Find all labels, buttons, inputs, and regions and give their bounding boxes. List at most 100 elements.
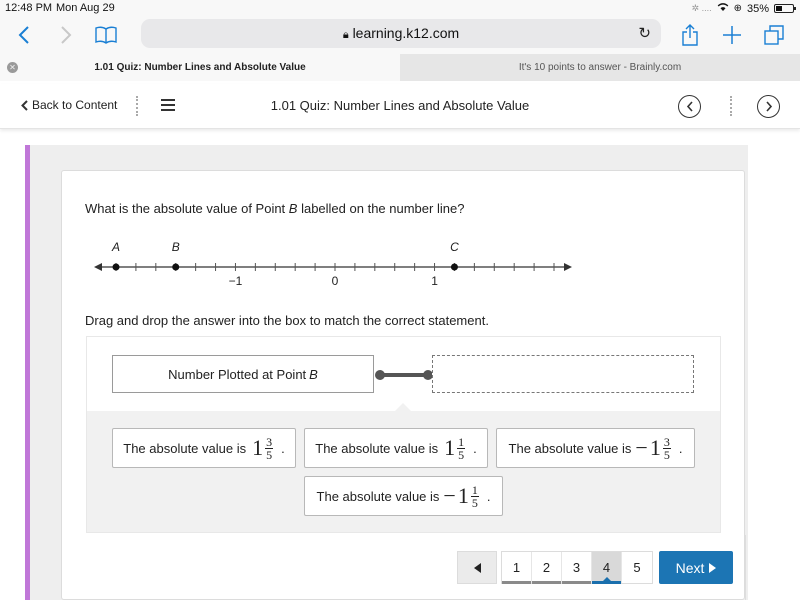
browser-back-button[interactable] [14,21,34,49]
answer-choice[interactable]: The absolute value is − 1 15 . [304,476,503,516]
back-to-content-link[interactable]: Back to Content [21,98,117,112]
status-date: Mon Aug 29 [56,2,115,14]
tick-label: −1 [229,274,243,288]
choice-text: The absolute value is [316,488,440,504]
browser-forward-button[interactable] [56,21,76,49]
fraction: 15 [457,434,466,462]
browser-tab-inactive[interactable]: It's 10 points to answer - Brainly.com [400,54,800,81]
orientation-lock-icon: ⊕ [733,3,742,14]
status-right: ✲ .... ⊕ 35% [691,2,796,15]
page-numbers: 12345 [501,551,653,584]
wifi-icon [717,2,729,15]
prompt-text: labelled on the number line? [297,201,465,216]
arrow-left-icon [94,263,102,271]
connector-line [375,370,433,380]
hamburger-line [161,104,175,106]
next-button[interactable]: Next [659,551,733,584]
tab-label: 1.01 Quiz: Number Lines and Absolute Val… [94,62,306,73]
instruction-text: Drag and drop the answer into the box to… [85,313,489,328]
period: . [678,440,683,456]
page-3-button[interactable]: 3 [562,552,592,584]
whole: 1 [252,435,264,460]
point-label: B [172,240,180,254]
point-label: C [450,240,459,254]
new-tab-button[interactable] [722,21,742,49]
whole: 1 [457,483,469,508]
whole: 1 [649,435,661,460]
point-label: A [111,240,120,254]
statement-text: Number Plotted at Point [168,366,307,382]
triangle-right-icon [709,562,717,573]
page-2-button[interactable]: 2 [532,552,562,584]
fraction: 15 [470,482,479,510]
denominator: 5 [471,495,478,510]
answer-drop-zone[interactable] [432,355,694,393]
answer-choice[interactable]: The absolute value is 1 35 . [112,428,296,468]
triangle-left-icon [473,562,481,573]
browser-toolbar: 🔒︎ learning.k12.com ↻ [0,17,800,54]
mixed-number: 1 35 [250,434,274,461]
loading-icon: ✲ .... [691,3,712,13]
number-line: −1 0 1 A B C [94,240,572,288]
page-4-button[interactable]: 4 [592,552,622,584]
chevron-left-icon [18,26,29,44]
prompt-text: What is the absolute value of Point [85,201,289,216]
chevron-left-icon [686,101,693,112]
hamburger-line [161,109,175,111]
fraction: 35 [265,434,274,461]
chevron-right-icon [765,101,772,112]
tabs-overview-button[interactable] [763,21,785,49]
chevron-right-icon [61,26,72,44]
page-1-button[interactable]: 1 [502,552,532,584]
status-time: 12:48 PM [5,2,53,14]
next-activity-button[interactable] [757,95,780,118]
point-a [112,263,120,271]
accent-bar [25,145,30,600]
choice-text: The absolute value is [123,440,247,456]
period: . [473,440,477,456]
back-label: Back to Content [32,98,118,112]
page-5-button[interactable]: 5 [622,552,652,583]
numerator: 3 [265,434,274,449]
browser-tab-active[interactable]: ✕ 1.01 Quiz: Number Lines and Absolute V… [0,54,400,81]
app-header: Back to Content 1.01 Quiz: Number Lines … [0,84,800,129]
point-b [172,263,180,271]
divider [136,96,138,116]
numerator: 1 [457,434,466,449]
menu-button[interactable] [161,99,175,114]
denominator: 5 [663,447,670,462]
previous-activity-button[interactable] [678,95,701,118]
statement-box: Number Plotted at Point B [112,355,374,393]
address-bar[interactable]: 🔒︎ learning.k12.com ↻ [141,19,661,48]
reload-icon[interactable]: ↻ [638,24,651,42]
tabs-icon [764,25,784,45]
numerator: 1 [470,482,479,497]
numerator: 3 [662,434,671,449]
denominator: 5 [458,447,465,462]
divider [730,96,732,116]
previous-page-button[interactable] [457,551,497,584]
period: . [486,488,491,504]
sign: − [443,483,456,508]
tick-label: 0 [332,274,339,288]
sign: − [635,435,648,460]
lock-icon: 🔒︎ [342,29,349,41]
plus-icon [723,26,741,44]
share-icon [682,24,698,46]
period: . [281,440,285,456]
mixed-number: 1 15 [442,434,466,462]
tab-label: It's 10 points to answer - Brainly.com [518,62,682,73]
close-tab-icon[interactable]: ✕ [7,62,18,73]
answer-choice[interactable]: The absolute value is − 1 35 . [496,428,695,468]
chevron-left-icon [21,99,28,111]
battery-percent: 35% [746,2,769,15]
hamburger-line [161,99,175,101]
mixed-number: − 1 15 [443,482,479,510]
tick-label: 1 [431,274,438,288]
bookmarks-button[interactable] [94,21,118,49]
notch [395,403,411,411]
browser-tabs: ✕ 1.01 Quiz: Number Lines and Absolute V… [0,54,800,81]
url-display[interactable]: 🔒︎ learning.k12.com [141,25,661,42]
share-button[interactable] [680,21,700,49]
answer-choice[interactable]: The absolute value is 1 15 . [304,428,488,468]
